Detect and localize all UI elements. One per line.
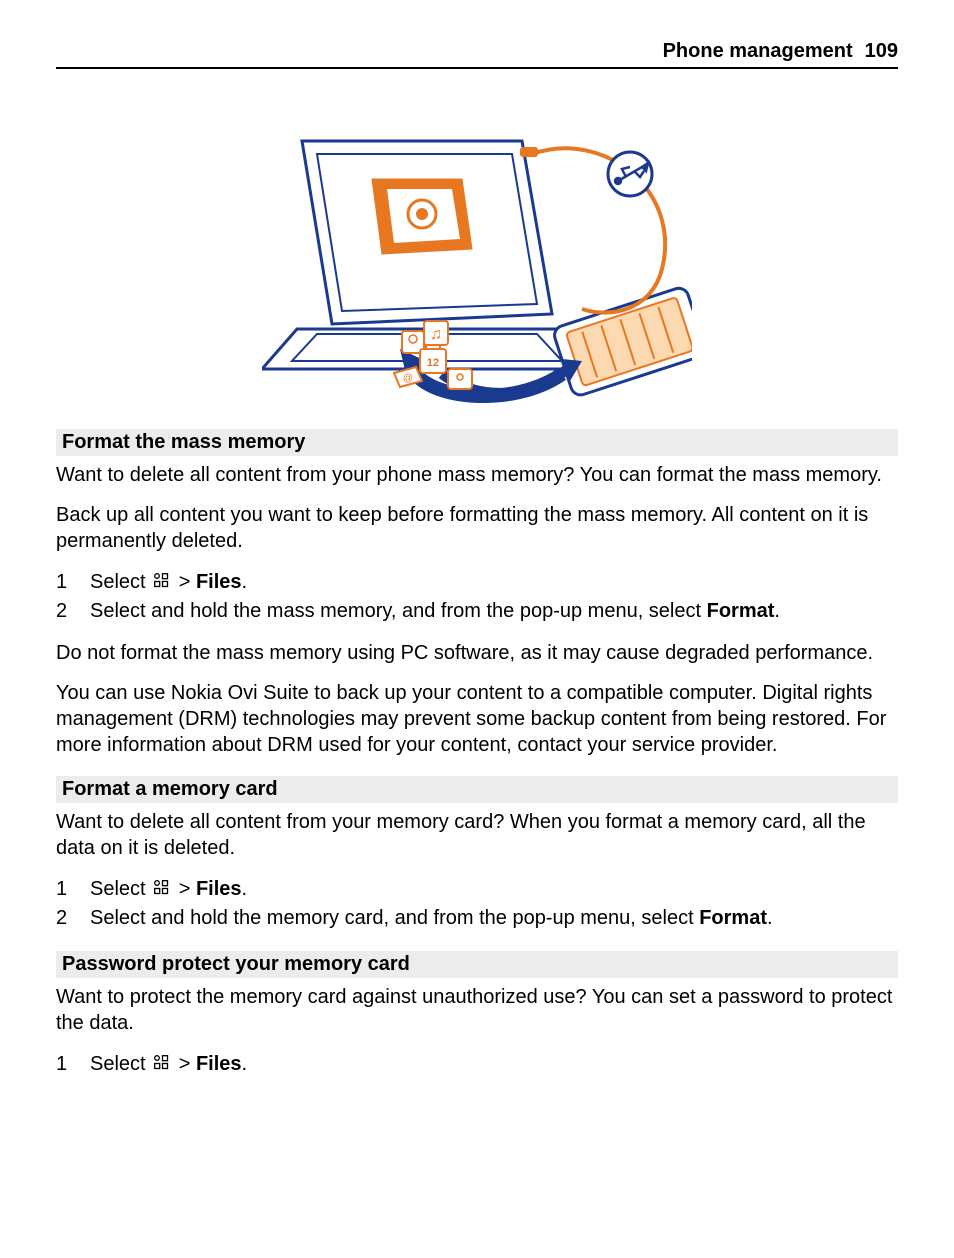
header-title: Phone management [663,40,853,63]
text: Select and hold the memory card, and fro… [90,907,699,929]
step-text: Select and hold the memory card, and fro… [90,904,898,933]
section-heading-format-memory-card: Format a memory card [56,776,898,803]
step-text: Select > Files. [90,875,898,904]
section-heading-password-protect: Password protect your memory card [56,951,898,978]
step-number: 1 [56,875,90,904]
step-number: 1 [56,1050,90,1079]
steps-list: 1 Select > Files. 2 Select and hold the … [56,568,898,626]
body-text: Want to delete all content from your pho… [56,462,898,488]
files-label: Files [196,571,242,593]
list-item: 1 Select > Files. [56,568,898,597]
files-label: Files [196,878,242,900]
menu-grid-icon [153,572,171,590]
step-number: 1 [56,568,90,597]
document-page: Phone management 109 [0,0,954,1133]
text: Select and hold the mass memory, and fro… [90,600,707,622]
text: Select [90,571,151,593]
text: > [173,878,196,900]
text: . [242,878,248,900]
format-label: Format [707,600,775,622]
step-number: 2 [56,904,90,933]
text: > [173,1053,196,1075]
step-number: 2 [56,597,90,626]
svg-text:♫: ♫ [430,326,442,343]
sync-illustration: ♫ 12 @ [56,109,898,409]
svg-text:@: @ [403,373,413,384]
step-text: Select and hold the mass memory, and fro… [90,597,898,626]
files-label: Files [196,1053,242,1075]
text: . [242,571,248,593]
steps-list: 1 Select > Files. 2 Select and hold the … [56,875,898,933]
menu-grid-icon [153,879,171,897]
text: > [173,571,196,593]
steps-list: 1 Select > Files. [56,1050,898,1079]
page-number: 109 [865,40,898,63]
list-item: 1 Select > Files. [56,875,898,904]
text: . [242,1053,248,1075]
list-item: 2 Select and hold the memory card, and f… [56,904,898,933]
svg-text:12: 12 [427,357,439,369]
body-text: Do not format the mass memory using PC s… [56,640,898,666]
body-text: Want to delete all content from your mem… [56,809,898,861]
laptop-phone-sync-icon: ♫ 12 @ [262,109,692,409]
step-text: Select > Files. [90,1050,898,1079]
page-header: Phone management 109 [56,40,898,69]
body-text: Want to protect the memory card against … [56,984,898,1036]
step-text: Select > Files. [90,568,898,597]
section-heading-format-mass-memory: Format the mass memory [56,429,898,456]
text: . [767,907,773,929]
text: . [774,600,780,622]
body-text: Back up all content you want to keep bef… [56,502,898,554]
list-item: 2 Select and hold the mass memory, and f… [56,597,898,626]
text: Select [90,878,151,900]
format-label: Format [699,907,767,929]
body-text: You can use Nokia Ovi Suite to back up y… [56,680,898,758]
text: Select [90,1053,151,1075]
list-item: 1 Select > Files. [56,1050,898,1079]
menu-grid-icon [153,1054,171,1072]
